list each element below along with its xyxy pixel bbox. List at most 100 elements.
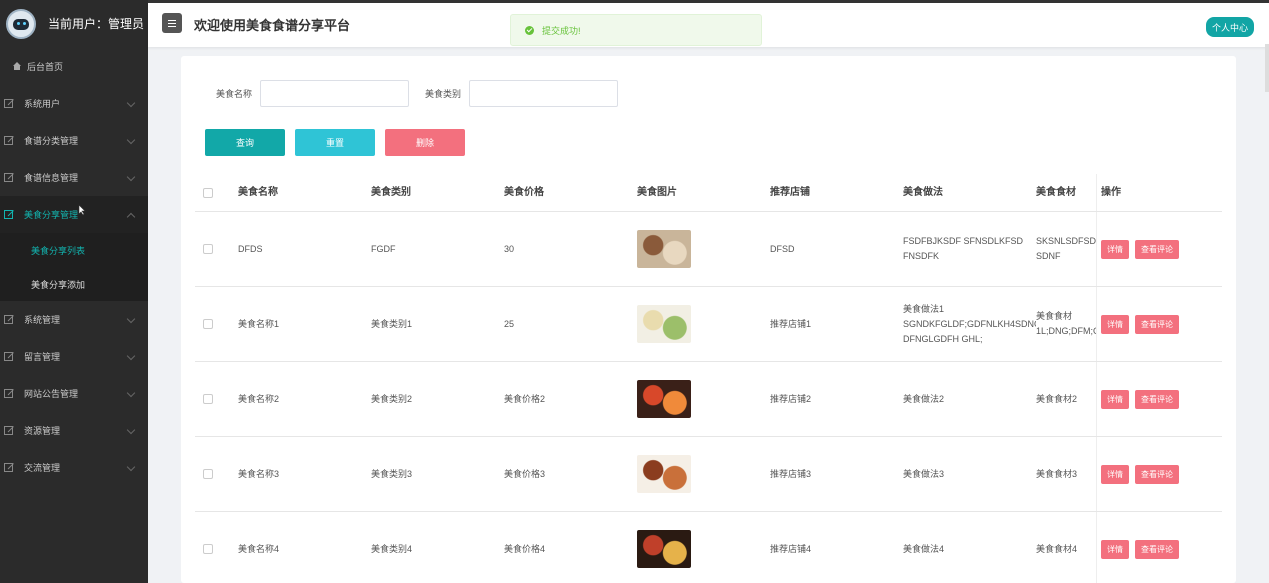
cell-name: 美食名称4: [238, 543, 280, 554]
chevron-icon: [126, 98, 136, 108]
column-header: 美食价格: [504, 187, 544, 198]
sidebar-item-home[interactable]: 后台首页: [0, 47, 148, 85]
food-image: [637, 230, 691, 268]
cell-method: 美食做法2: [903, 393, 945, 404]
detail-button[interactable]: 详情: [1101, 539, 1129, 559]
cell-type: FGDF: [371, 243, 396, 254]
sidebar: 当前用户：管理员 后台首页 系统用户 食谱分类管理 食谱信息管理 美食分享管理 …: [0, 0, 148, 583]
edit-icon: [4, 389, 14, 398]
column-header: 美食食材: [1036, 187, 1076, 198]
table-row: DFDS FGDF 30 DFSD FSDFBJKSDF SFNSDLKFSD …: [195, 212, 1222, 287]
type-search-input[interactable]: [469, 79, 619, 107]
sidebar-item[interactable]: 系统管理: [0, 301, 148, 338]
table-row: 美食名称2 美食类别2 美食价格2 推荐店铺2 美食做法2 美食食材2 详情 查…: [195, 362, 1222, 437]
main-panel: 美食名称 美食类别 查询 重置 删除 美食名称 美食类别 美食价格 美食图片 推…: [181, 56, 1236, 583]
cell-ingredients: 美食食材1L;DNG;DFM;GM;FDG: [1036, 311, 1096, 336]
name-search-label: 美食名称: [216, 88, 253, 99]
cell-type: 美食类别3: [371, 468, 413, 479]
cell-shop: 推荐店铺1: [770, 318, 812, 329]
detail-button[interactable]: 详情: [1101, 239, 1129, 259]
table-header: 美食名称 美食类别 美食价格 美食图片 推荐店铺 美食做法 美食食材 操作: [195, 174, 1222, 212]
toast-message: 提交成功!: [542, 25, 581, 36]
cell-name: DFDS: [238, 243, 263, 254]
cell-price: 30: [504, 243, 515, 254]
edit-icon: [4, 426, 14, 435]
view-comments-button[interactable]: 查看评论: [1135, 539, 1179, 559]
action-buttons: 查询 重置 删除: [205, 129, 465, 156]
cell-method: 美食做法1 SGNDKFGLDF;GDFNLKH4SDNG DFNGLGDFH …: [903, 303, 1036, 344]
sidebar-item[interactable]: 系统用户: [0, 85, 148, 122]
sidebar-item-label: 系统用户: [24, 99, 61, 109]
column-header: 美食做法: [903, 187, 943, 198]
cell-ingredients: 美食食材4: [1036, 543, 1078, 554]
food-image: [637, 455, 691, 493]
table-row: 美食名称1 美食类别1 25 推荐店铺1 美食做法1 SGNDKFGLDF;GD…: [195, 287, 1222, 362]
sidebar-item-label: 交流管理: [24, 463, 61, 473]
sidebar-item-label: 美食分享管理: [24, 210, 79, 220]
cell-price: 美食价格3: [504, 468, 546, 479]
cell-name: 美食名称1: [238, 318, 280, 329]
row-checkbox[interactable]: [203, 394, 213, 404]
avatar[interactable]: [6, 8, 36, 39]
row-checkbox[interactable]: [203, 544, 213, 554]
cell-price: 25: [504, 318, 515, 329]
current-user-label: 当前用户：管理员: [48, 17, 145, 31]
row-checkbox[interactable]: [203, 244, 213, 254]
view-comments-button[interactable]: 查看评论: [1135, 389, 1179, 409]
check-circle-icon: [525, 25, 534, 35]
detail-button[interactable]: 详情: [1101, 464, 1129, 484]
select-all-checkbox[interactable]: [203, 187, 213, 198]
food-image: [637, 380, 691, 418]
column-header: 操作: [1096, 174, 1223, 211]
topbar: 欢迎使用美食食谱分享平台 提交成功! 个人中心: [148, 0, 1269, 47]
cell-method: 美食做法3: [903, 468, 945, 479]
sidebar-item[interactable]: 网站公告管理: [0, 375, 148, 412]
view-comments-button[interactable]: 查看评论: [1135, 239, 1179, 259]
edit-icon: [4, 352, 14, 361]
edit-icon: [4, 210, 14, 219]
sidebar-item[interactable]: 资源管理: [0, 412, 148, 449]
cell-price: 美食价格2: [504, 393, 546, 404]
sidebar-item[interactable]: 交流管理: [0, 449, 148, 486]
column-header: 美食名称: [238, 187, 278, 198]
sidebar-header: 当前用户：管理员: [0, 0, 148, 47]
sidebar-item-label: 留言管理: [24, 352, 61, 362]
reset-button[interactable]: 重置: [295, 129, 375, 156]
sidebar-item[interactable]: 留言管理: [0, 338, 148, 375]
cursor-icon: [78, 204, 86, 216]
sidebar-item[interactable]: 食谱分类管理: [0, 122, 148, 159]
table-row: 美食名称3 美食类别3 美食价格3 推荐店铺3 美食做法3 美食食材3 详情 查…: [195, 437, 1222, 512]
sidebar-item-label: 食谱分类管理: [24, 136, 79, 146]
sidebar-item-label: 食谱信息管理: [24, 173, 79, 183]
sidebar-item[interactable]: 食谱信息管理: [0, 159, 148, 196]
food-image: [637, 305, 691, 343]
detail-button[interactable]: 详情: [1101, 314, 1129, 334]
profile-button[interactable]: 个人中心: [1205, 17, 1254, 37]
chevron-icon: [126, 425, 136, 435]
detail-button[interactable]: 详情: [1101, 389, 1129, 409]
menu-toggle-icon[interactable]: [162, 13, 182, 33]
data-table: 美食名称 美食类别 美食价格 美食图片 推荐店铺 美食做法 美食食材 操作 DF…: [195, 174, 1222, 583]
page-title: 欢迎使用美食食谱分享平台: [194, 18, 351, 33]
sidebar-item[interactable]: 美食分享管理: [0, 196, 148, 233]
cell-shop: 推荐店铺4: [770, 543, 812, 554]
sidebar-subitem[interactable]: 美食分享列表: [0, 233, 148, 267]
scrollbar[interactable]: [1265, 44, 1269, 92]
sidebar-item-label: 网站公告管理: [24, 389, 79, 399]
cell-type: 美食类别2: [371, 393, 413, 404]
chevron-icon: [126, 388, 136, 398]
view-comments-button[interactable]: 查看评论: [1135, 464, 1179, 484]
delete-button[interactable]: 删除: [385, 129, 465, 156]
row-checkbox[interactable]: [203, 319, 213, 329]
sidebar-subitem[interactable]: 美食分享添加: [0, 267, 148, 301]
sidebar-item-label: 后台首页: [27, 61, 64, 72]
row-checkbox[interactable]: [203, 469, 213, 479]
chevron-icon: [126, 351, 136, 361]
view-comments-button[interactable]: 查看评论: [1135, 314, 1179, 334]
cell-type: 美食类别4: [371, 543, 413, 554]
name-search-input[interactable]: [260, 79, 410, 107]
cell-ingredients: 美食食材3: [1036, 468, 1078, 479]
cell-shop: 推荐店铺3: [770, 468, 812, 479]
edit-icon: [4, 99, 14, 108]
query-button[interactable]: 查询: [205, 129, 285, 156]
